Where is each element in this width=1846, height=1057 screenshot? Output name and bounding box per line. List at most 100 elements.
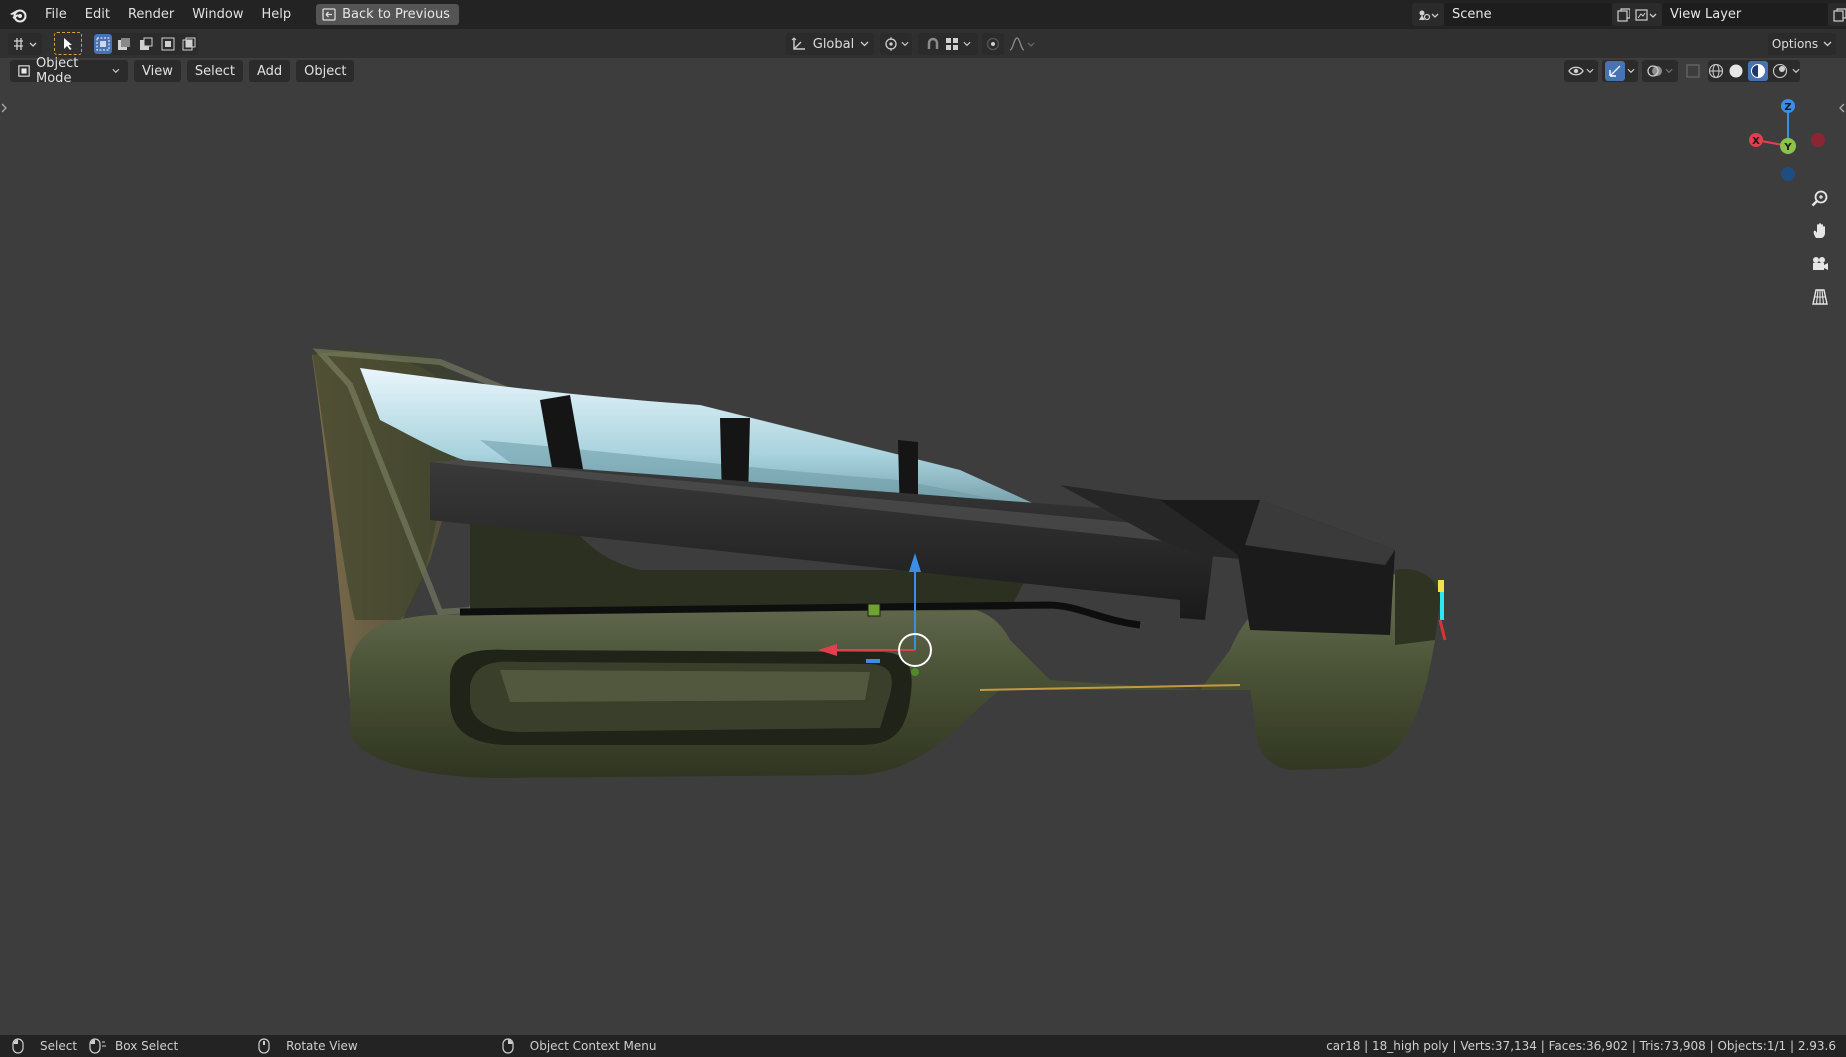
proportional-edit-button[interactable]: [982, 33, 1004, 55]
select-extend-button[interactable]: [116, 34, 134, 54]
object-mode-label: Object Mode: [36, 56, 79, 86]
chevron-down-icon: [860, 41, 869, 47]
chevron-down-icon: [1823, 41, 1832, 47]
3d-viewport[interactable]: Object Mode View Select Add Object Z X Y: [0, 56, 1846, 1035]
blender-logo-icon[interactable]: [0, 0, 36, 29]
view-layer-name-field[interactable]: View Layer: [1662, 3, 1828, 26]
falloff-dropdown[interactable]: [1006, 33, 1038, 55]
viewport-menu-add[interactable]: Add: [248, 60, 291, 82]
viewport-menu-object[interactable]: Object: [296, 60, 355, 82]
camera-view-button[interactable]: [1807, 251, 1833, 277]
status-context-menu: Object Context Menu: [529, 1039, 657, 1053]
select-intersect-icon: [182, 37, 196, 51]
scene-name: Scene: [1452, 7, 1492, 22]
gizmo-icon: [1609, 65, 1621, 77]
select-extend-icon: [118, 38, 131, 50]
gizmo-toggle[interactable]: [1605, 61, 1625, 81]
chevron-down-icon: [1665, 68, 1673, 74]
pan-button[interactable]: [1807, 218, 1833, 244]
visibility-dropdown[interactable]: [1564, 60, 1598, 82]
falloff-curve-icon: [1009, 37, 1035, 51]
material-preview-icon: [1751, 64, 1765, 78]
viewport-menu-select[interactable]: Select: [186, 60, 243, 82]
scene-browse-button[interactable]: [1412, 3, 1444, 26]
viewport-shading-controls: [1564, 60, 1800, 82]
status-bar: Select Box Select Rotate View Object Con…: [0, 1035, 1846, 1057]
chevron-down-icon: [112, 68, 120, 74]
scene-icon: [1419, 10, 1439, 20]
mouse-left-icon: [12, 1038, 24, 1054]
select-new-button[interactable]: [94, 34, 112, 54]
3d-viewport-icon: [14, 38, 37, 50]
tool-header: Global Options: [0, 29, 1846, 58]
eye-icon: [1568, 66, 1584, 76]
view-layer-name: View Layer: [1670, 7, 1742, 22]
perspective-toggle-button[interactable]: [1807, 284, 1833, 310]
select-intersect-button[interactable]: [180, 34, 198, 54]
overlays-icon: [1647, 65, 1662, 77]
solid-shading-icon[interactable]: [1728, 63, 1744, 79]
editor-type-button[interactable]: [8, 33, 42, 55]
snapping-group: [918, 33, 978, 55]
viewport-scene: [312, 348, 1447, 778]
cursor-icon: [64, 37, 72, 50]
toolbar-expand-icon[interactable]: [0, 102, 8, 114]
back-icon: [322, 8, 336, 21]
camera-icon: [1813, 257, 1828, 270]
duplicate-icon: [1833, 7, 1846, 22]
gizmo-z-label: Z: [1784, 102, 1791, 113]
sidebar-expand-icon[interactable]: [1838, 102, 1846, 114]
xray-toggle[interactable]: [1682, 60, 1704, 82]
duplicate-icon: [1617, 7, 1631, 22]
navigation-gizmo[interactable]: Z X Y: [1738, 94, 1834, 184]
chevron-down-icon: [1627, 68, 1635, 74]
menu-edit[interactable]: Edit: [76, 0, 119, 29]
select-subtract-icon: [140, 37, 153, 50]
viewport-menu-view[interactable]: View: [134, 60, 181, 82]
chevron-down-icon[interactable]: [1792, 68, 1800, 74]
car-model[interactable]: [312, 348, 1447, 778]
snap-increment-icon[interactable]: [945, 37, 959, 51]
menu-help[interactable]: Help: [253, 0, 301, 29]
status-select: Select: [40, 1039, 78, 1053]
menu-file[interactable]: File: [36, 0, 76, 29]
menu-window[interactable]: Window: [183, 0, 252, 29]
view-layer-new-button[interactable]: [1828, 3, 1846, 26]
options-label: Options: [1771, 37, 1819, 51]
overlays-dropdown[interactable]: [1642, 60, 1678, 82]
back-to-previous-button[interactable]: Back to Previous: [316, 4, 459, 25]
select-set-icon: [96, 37, 110, 51]
object-mode-dropdown[interactable]: Object Mode: [10, 56, 128, 86]
snap-magnet-icon[interactable]: [925, 36, 941, 52]
chevron-down-icon: [1586, 68, 1594, 74]
scene-name-field[interactable]: Scene: [1444, 3, 1612, 26]
pivot-point-dropdown[interactable]: [880, 33, 912, 55]
hand-icon: [1813, 223, 1825, 238]
select-tool-button[interactable]: [54, 32, 82, 55]
back-to-previous-label: Back to Previous: [342, 7, 450, 22]
chevron-down-icon[interactable]: [963, 41, 971, 47]
chevron-down-icon: [901, 41, 909, 47]
rendered-shading-icon[interactable]: [1772, 63, 1788, 79]
orientation-global-icon: [791, 37, 805, 50]
viewport-header: Object Mode View Select Add Object: [10, 56, 355, 86]
view-layer-browse-button[interactable]: [1630, 3, 1662, 26]
select-invert-icon: [161, 37, 175, 51]
zoom-button[interactable]: [1807, 186, 1833, 212]
gizmos-dropdown[interactable]: [1602, 60, 1638, 82]
select-subtract-button[interactable]: [137, 34, 155, 54]
menu-render[interactable]: Render: [119, 0, 183, 29]
material-preview-button[interactable]: [1748, 61, 1768, 81]
orientation-label: Global: [812, 36, 855, 52]
top-menu-bar: File Edit Render Window Help Back to Pre…: [0, 0, 1846, 29]
pivot-icon: [885, 37, 897, 51]
object-mode-icon: [18, 65, 30, 77]
gizmo-x-label: X: [1752, 136, 1760, 147]
mouse-drag-icon: [89, 1038, 107, 1054]
zoom-icon: [1811, 190, 1828, 207]
transform-orientation-dropdown[interactable]: Global: [786, 33, 874, 55]
select-invert-button[interactable]: [159, 34, 177, 54]
options-dropdown[interactable]: Options: [1768, 33, 1836, 55]
scene-statistics: car18 | 18_high poly | Verts:37,134 | Fa…: [1326, 1039, 1836, 1053]
wireframe-shading-icon[interactable]: [1708, 63, 1724, 79]
